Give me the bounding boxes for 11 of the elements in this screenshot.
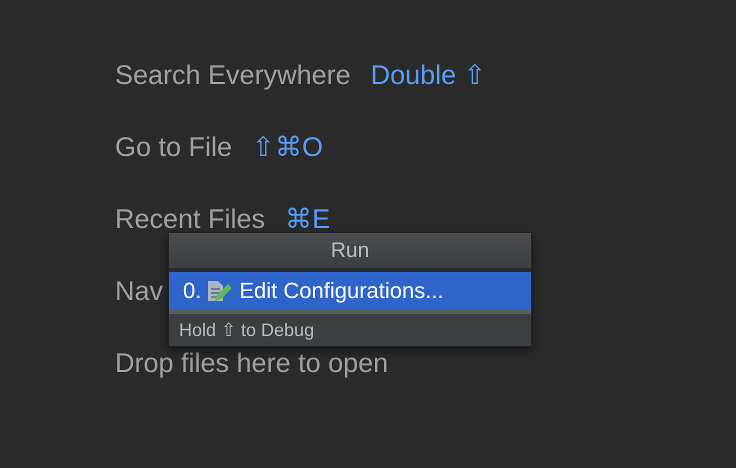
hint-label: Drop files here to open bbox=[115, 347, 388, 379]
hint-label: Nav bbox=[115, 275, 164, 307]
shortcut-text: ⌘E bbox=[285, 203, 330, 235]
hint-label: Go to File bbox=[115, 131, 232, 163]
popup-title: Run bbox=[169, 233, 531, 272]
menu-item[interactable]: 0. Edit Configurations... bbox=[169, 272, 531, 310]
shortcut-text: Double ⇧ bbox=[370, 59, 487, 91]
shortcut-text: ⇧⌘O bbox=[252, 131, 324, 163]
hint-label: Search Everywhere bbox=[115, 59, 351, 91]
hint-label: Recent Files bbox=[115, 203, 266, 235]
popup-footer: Hold ⇧ to Debug bbox=[169, 310, 531, 346]
